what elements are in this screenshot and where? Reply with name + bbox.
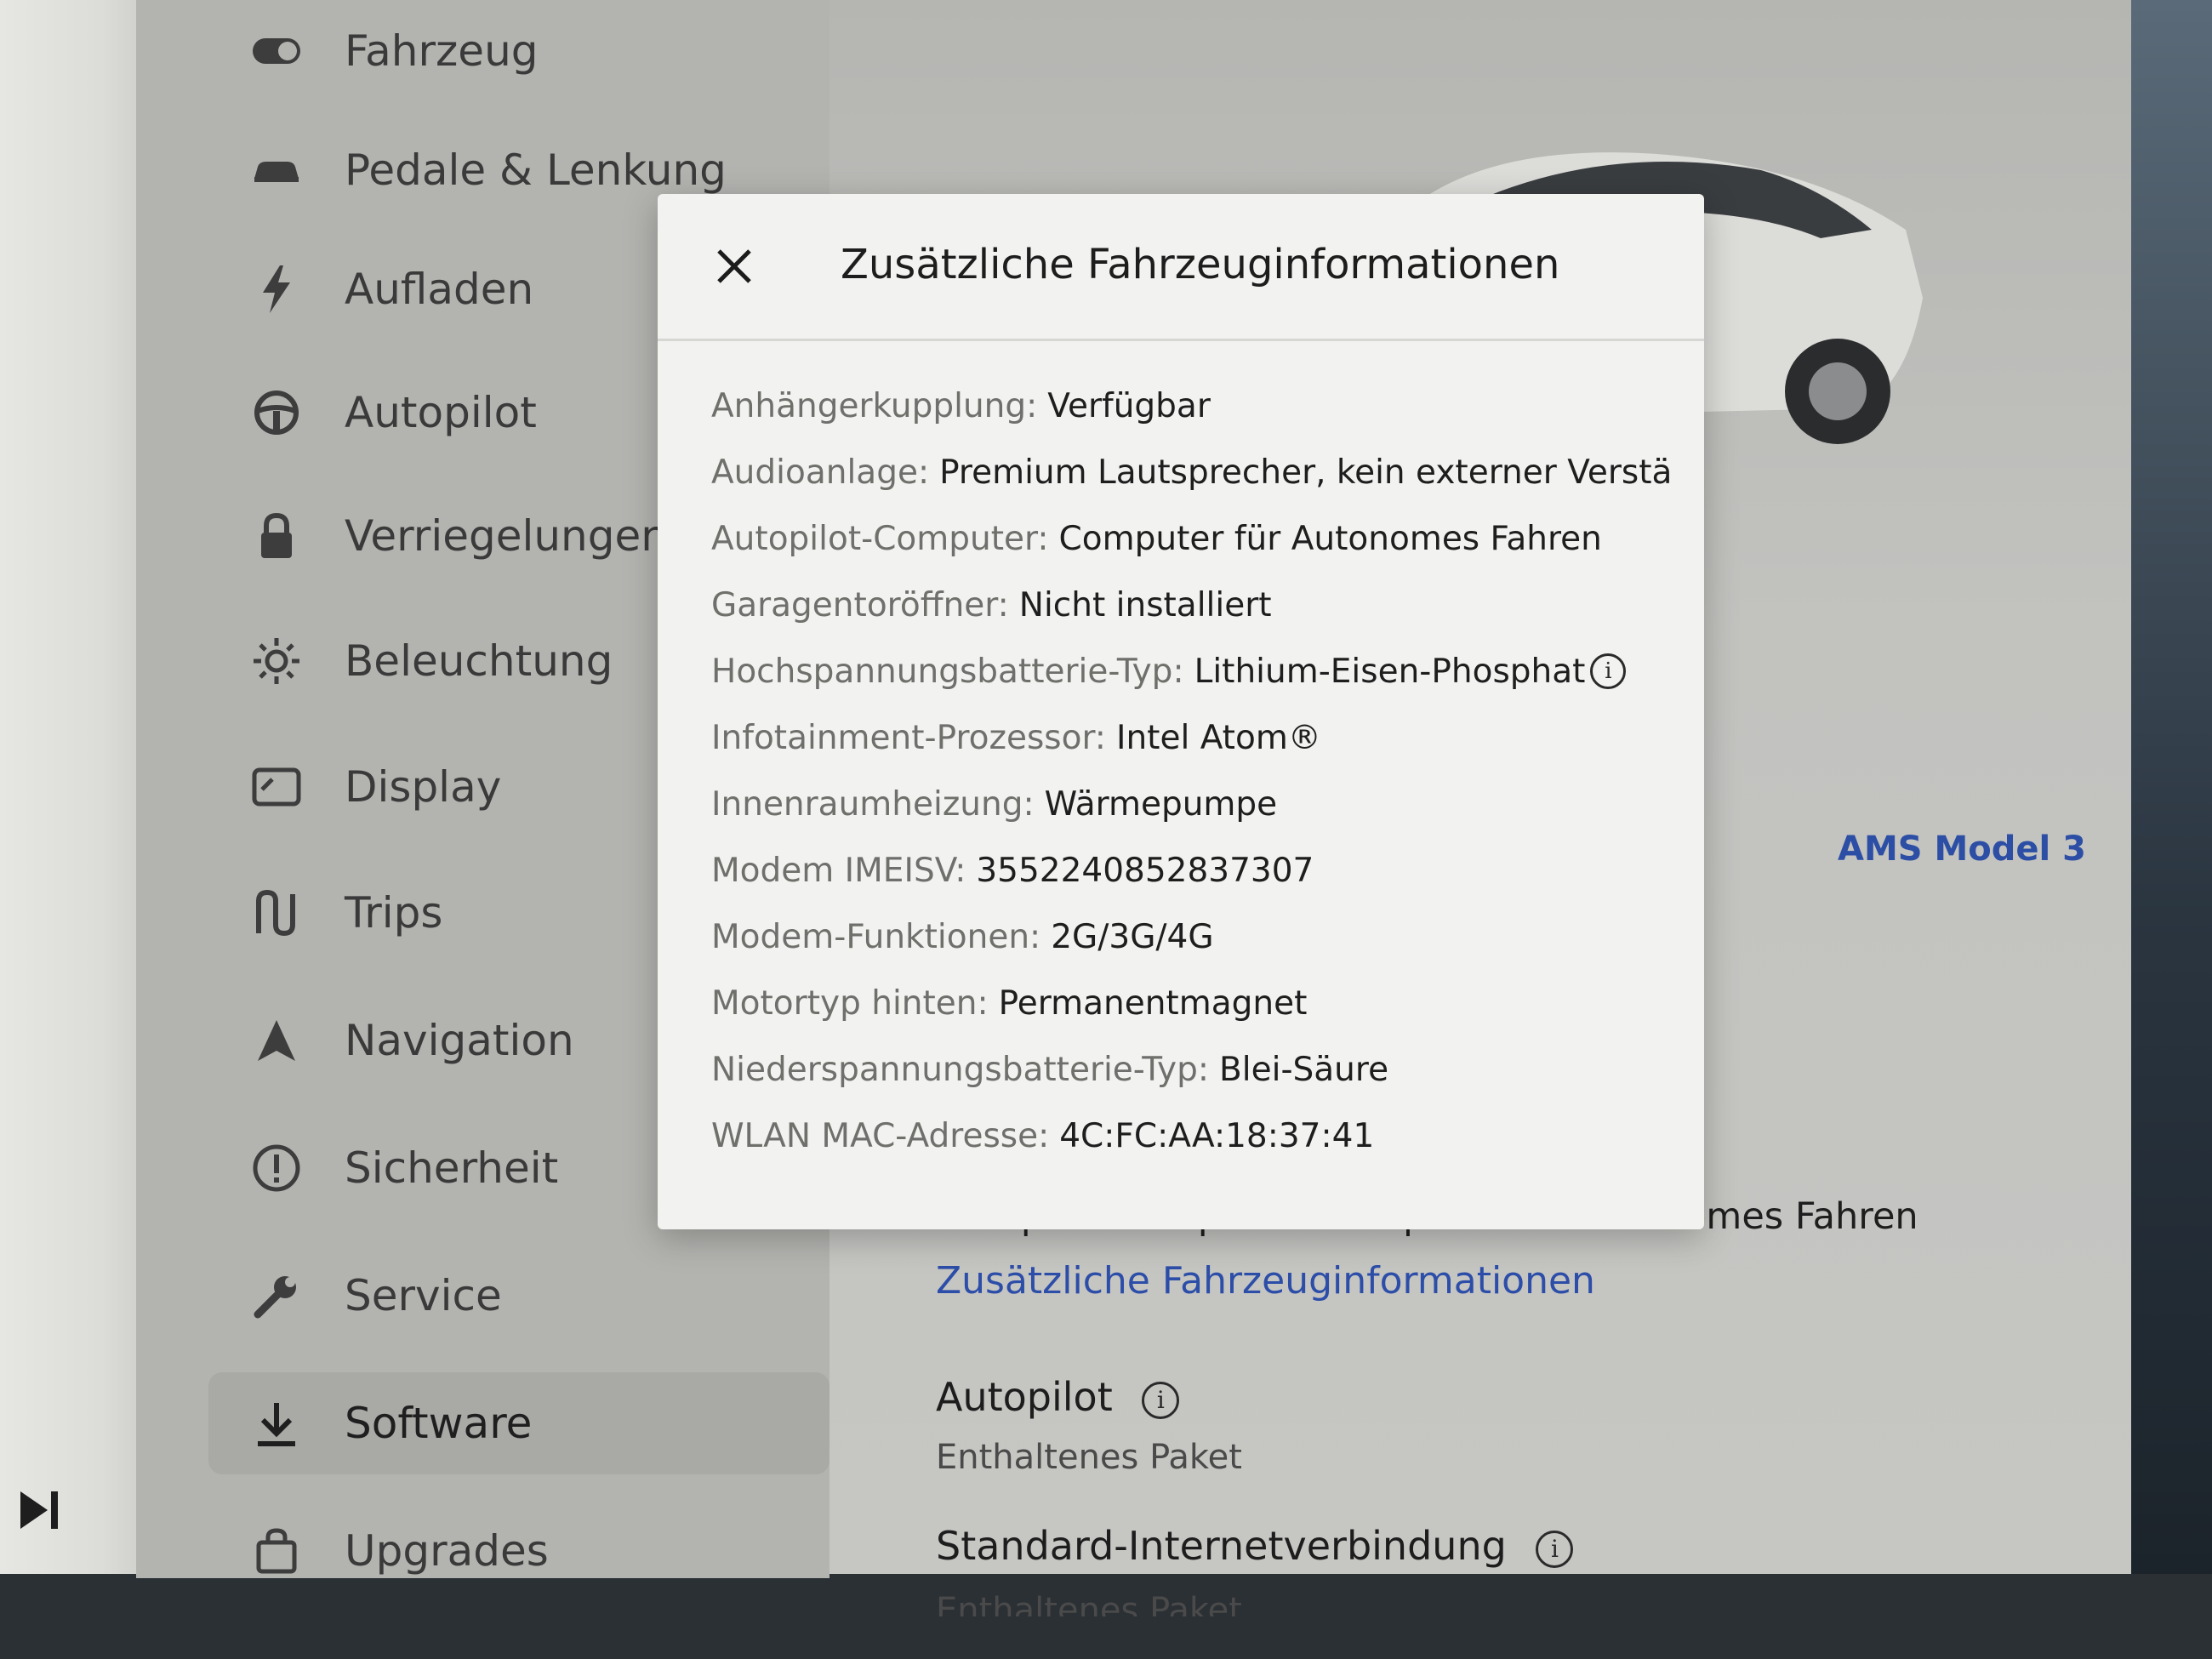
info-value: Blei-Säure — [1219, 1050, 1389, 1089]
info-key: Infotainment-Prozessor: — [711, 718, 1106, 757]
info-key: Anhängerkupplung: — [711, 386, 1038, 425]
info-key: Motortyp hinten: — [711, 983, 989, 1023]
sidebar-item-fahrzeug[interactable]: Fahrzeug — [247, 0, 791, 102]
info-key: Modem IMEISV: — [711, 851, 966, 890]
internet-package-subtitle: Enthaltenes Paket — [936, 1591, 1242, 1616]
info-key: Innenraumheizung: — [711, 784, 1035, 824]
info-row-motortyp-hinten: Motortyp hinten: Permanentmagnet — [711, 970, 1673, 1036]
info-row-anhaengerkupplung: Anhängerkupplung: Verfügbar — [711, 373, 1673, 439]
download-icon — [247, 1394, 306, 1453]
sidebar-item-label: Upgrades — [345, 1526, 549, 1576]
screen-bezel-left — [0, 0, 145, 1659]
info-row-autopilot-computer: Autopilot-Computer: Computer für Autonom… — [711, 505, 1673, 572]
toggle-icon — [247, 21, 306, 81]
sidebar-item-label: Navigation — [345, 1016, 574, 1065]
info-icon[interactable]: i — [1590, 653, 1627, 689]
close-icon[interactable] — [704, 237, 764, 296]
info-key: Autopilot-Computer: — [711, 519, 1049, 558]
screen-bezel-right — [2131, 0, 2212, 1659]
sidebar-item-label: Trips — [345, 888, 443, 938]
info-value: Permanentmagnet — [998, 983, 1308, 1023]
modal-title: Zusätzliche Fahrzeuginformationen — [841, 241, 1560, 288]
info-row-audioanlage: Audioanlage: Premium Lautsprecher, kein … — [711, 439, 1673, 505]
sun-icon — [247, 631, 306, 691]
info-key: Hochspannungsbatterie-Typ: — [711, 652, 1184, 691]
info-value: Premium Lautsprecher, kein externer Vers… — [939, 453, 1673, 492]
trips-icon — [247, 883, 306, 943]
info-value: Computer für Autonomes Fahren — [1058, 519, 1602, 558]
info-value: Verfügbar — [1047, 386, 1211, 425]
info-row-infotainment-prozessor: Infotainment-Prozessor: Intel Atom® — [711, 704, 1673, 771]
info-icon[interactable]: i — [1536, 1530, 1574, 1568]
info-value: Wärmepumpe — [1044, 784, 1278, 824]
autopilot-package-title: Autopilot i — [936, 1374, 1180, 1420]
sidebar-item-label: Display — [345, 762, 502, 812]
info-row-modem-imeisv: Modem IMEISV: 3552240852837307 — [711, 837, 1673, 904]
vehicle-info-modal: Zusätzliche Fahrzeuginformationen Anhäng… — [658, 194, 1704, 1229]
sidebar-item-label: Beleuchtung — [345, 636, 613, 686]
steering-wheel-icon — [247, 383, 306, 442]
lock-icon — [247, 506, 306, 566]
info-row-wlan-mac: WLAN MAC-Adresse: 4C:FC:AA:18:37:41 — [711, 1103, 1673, 1169]
info-value: 4C:FC:AA:18:37:41 — [1059, 1116, 1375, 1155]
internet-package-title: Standard-Internetverbindung i — [936, 1523, 1574, 1569]
sidebar-item-label: Service — [345, 1271, 502, 1320]
skip-next-icon[interactable] — [15, 1485, 66, 1536]
info-key: WLAN MAC-Adresse: — [711, 1116, 1050, 1155]
info-row-hochspannungsbatterie: Hochspannungsbatterie-Typ: Lithium-Eisen… — [711, 638, 1673, 704]
lightning-icon — [247, 259, 306, 319]
info-row-garagentoroeffner: Garagentoröffner: Nicht installiert — [711, 572, 1673, 638]
car-icon — [247, 140, 306, 200]
info-key: Audioanlage: — [711, 453, 930, 492]
info-key: Garagentoröffner: — [711, 585, 1009, 624]
sidebar-item-service[interactable]: Service — [247, 1245, 791, 1347]
info-icon[interactable]: i — [1142, 1381, 1180, 1419]
sidebar-item-label: Sicherheit — [345, 1143, 559, 1193]
modal-header: Zusätzliche Fahrzeuginformationen — [658, 194, 1704, 341]
sidebar-item-label: Aufladen — [345, 265, 534, 314]
sidebar-item-upgrades[interactable]: Upgrades — [247, 1500, 791, 1602]
info-row-niederspannungsbatterie: Niederspannungsbatterie-Typ: Blei-Säure — [711, 1036, 1673, 1103]
sidebar-item-label: Verriegelungen — [345, 511, 668, 561]
info-value: Lithium-Eisen-Phosphat — [1194, 652, 1586, 691]
sidebar-item-label: Fahrzeug — [345, 26, 539, 76]
navigation-arrow-icon — [247, 1011, 306, 1070]
vehicle-name[interactable]: AMS Model 3 — [1838, 830, 2086, 869]
vehicle-info-list: Anhängerkupplung: Verfügbar Audioanlage:… — [711, 373, 1673, 1169]
alert-circle-icon — [247, 1138, 306, 1198]
autopilot-package-subtitle: Enthaltenes Paket — [936, 1438, 1242, 1477]
sidebar-item-software[interactable]: Software — [208, 1372, 830, 1474]
info-key: Niederspannungsbatterie-Typ: — [711, 1050, 1210, 1089]
wrench-icon — [247, 1266, 306, 1325]
bag-icon — [247, 1521, 306, 1581]
info-row-innenraumheizung: Innenraumheizung: Wärmepumpe — [711, 771, 1673, 837]
more-vehicle-info-link[interactable]: Zusätzliche Fahrzeuginformationen — [936, 1259, 1595, 1303]
info-value: 3552240852837307 — [976, 851, 1314, 890]
info-value: 2G/3G/4G — [1051, 917, 1214, 956]
sidebar-item-label: Pedale & Lenkung — [345, 145, 727, 195]
info-key: Modem-Funktionen: — [711, 917, 1041, 956]
sidebar-item-label: Software — [345, 1399, 533, 1448]
info-value: Intel Atom® — [1115, 718, 1321, 757]
display-icon — [247, 757, 306, 817]
sidebar-item-label: Autopilot — [345, 388, 537, 437]
info-value: Nicht installiert — [1018, 585, 1272, 624]
info-row-modem-funktionen: Modem-Funktionen: 2G/3G/4G — [711, 904, 1673, 970]
